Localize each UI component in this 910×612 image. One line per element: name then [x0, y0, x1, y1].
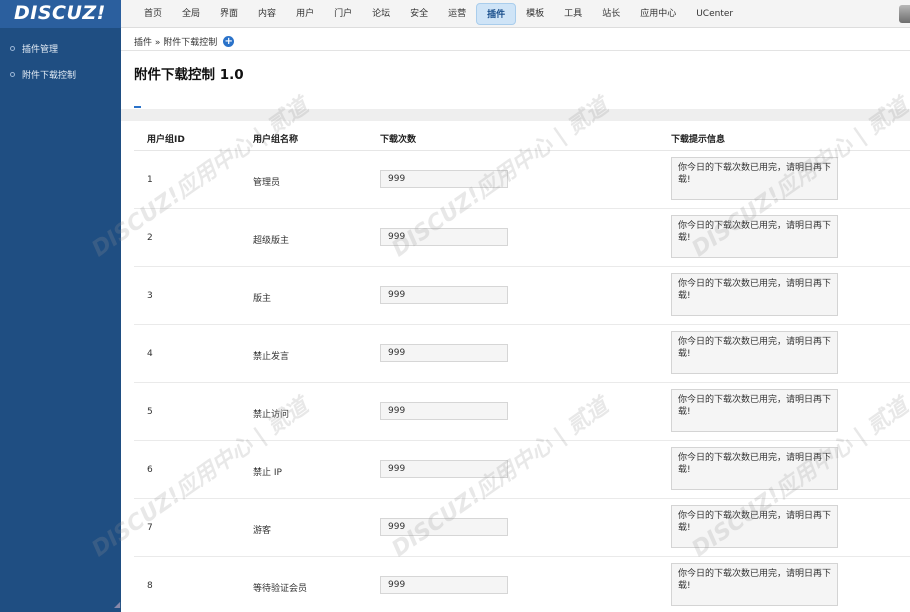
sidebar-item-label: 附件下载控制 — [22, 71, 77, 81]
group-name: 版主 — [253, 294, 272, 304]
group-id: 8 — [147, 581, 153, 591]
logo-area[interactable]: DISCUZ! — [0, 0, 121, 28]
user-avatar[interactable] — [899, 5, 910, 23]
table-row: 1 管理员 你今日的下载次数已用完，请明日再下载! — [134, 151, 910, 209]
nav-tab[interactable]: 安全 — [400, 3, 438, 25]
table-row: 3 版主 你今日的下载次数已用完，请明日再下载! — [134, 267, 910, 325]
download-count-input[interactable] — [380, 460, 508, 478]
download-message-textarea[interactable]: 你今日的下载次数已用完，请明日再下载! — [671, 331, 838, 374]
download-message-textarea[interactable]: 你今日的下载次数已用完，请明日再下载! — [671, 157, 838, 200]
group-id: 7 — [147, 523, 153, 533]
group-name: 游客 — [253, 526, 272, 536]
breadcrumb-bar: 插件 » 附件下载控制 + — [121, 29, 910, 51]
download-count-input[interactable] — [380, 286, 508, 304]
download-count-input[interactable] — [380, 344, 508, 362]
table-row: 4 禁止发言 你今日的下载次数已用完，请明日再下载! — [134, 325, 910, 383]
main-nav: 首页 全局 界面 内容 用户 门户 论坛 安全 运营 插件 模板 工具 站长 应用中心 UCenter — [134, 0, 743, 28]
tab-indicator — [134, 106, 141, 108]
group-id: 3 — [147, 291, 153, 301]
download-count-input[interactable] — [380, 402, 508, 420]
group-id: 5 — [147, 407, 153, 417]
nav-tab[interactable]: 应用中心 — [630, 3, 686, 25]
download-message-textarea[interactable]: 你今日的下载次数已用完，请明日再下载! — [671, 505, 838, 548]
group-name: 超级版主 — [253, 236, 290, 246]
download-message-textarea[interactable]: 你今日的下载次数已用完，请明日再下载! — [671, 273, 838, 316]
download-count-input[interactable] — [380, 170, 508, 188]
table-row: 5 禁止访问 你今日的下载次数已用完，请明日再下载! — [134, 383, 910, 441]
table-row: 6 禁止 IP 你今日的下载次数已用完，请明日再下载! — [134, 441, 910, 499]
group-name: 禁止访问 — [253, 410, 290, 420]
page-title: 附件下载控制 1.0 — [134, 67, 244, 83]
section-divider — [121, 109, 910, 121]
discuz-logo: DISCUZ! — [14, 2, 106, 24]
group-name: 禁止发言 — [253, 352, 290, 362]
nav-tab[interactable]: 首页 — [134, 3, 172, 25]
column-header-count: 下载次数 — [380, 135, 417, 145]
table-header: 用户组ID 用户组名称 下载次数 下载提示信息 — [134, 121, 910, 151]
resize-grip-icon[interactable]: ◢ — [114, 600, 120, 609]
download-message-textarea[interactable]: 你今日的下载次数已用完，请明日再下载! — [671, 215, 838, 258]
group-name: 禁止 IP — [253, 468, 282, 478]
download-message-textarea[interactable]: 你今日的下载次数已用完，请明日再下载! — [671, 447, 838, 490]
nav-tab[interactable]: 门户 — [324, 3, 362, 25]
nav-tab[interactable]: 模板 — [516, 3, 554, 25]
table-row: 2 超级版主 你今日的下载次数已用完，请明日再下载! — [134, 209, 910, 267]
nav-tab[interactable]: 运营 — [438, 3, 476, 25]
sidebar-item-download-control[interactable]: 附件下载控制 — [10, 68, 76, 81]
table-row: 7 游客 你今日的下载次数已用完，请明日再下载! — [134, 499, 910, 557]
nav-tab[interactable]: 站长 — [592, 3, 630, 25]
table-row: 8 等待验证会员 你今日的下载次数已用完，请明日再下载! — [134, 557, 910, 612]
group-name: 等待验证会员 — [253, 584, 308, 594]
download-message-textarea[interactable]: 你今日的下载次数已用完，请明日再下载! — [671, 563, 838, 606]
settings-table: 用户组ID 用户组名称 下载次数 下载提示信息 1管理员你今日的下载次数已用完，… — [134, 121, 910, 612]
group-id: 2 — [147, 233, 153, 243]
nav-tab[interactable]: 全局 — [172, 3, 210, 25]
download-count-input[interactable] — [380, 518, 508, 536]
sidebar-item-plugin-manage[interactable]: 插件管理 — [10, 42, 58, 55]
top-nav-bar: DISCUZ! 首页 全局 界面 内容 用户 门户 论坛 安全 运营 插件 模板 工具 站长 应用中心 UC… — [0, 0, 910, 28]
nav-tab[interactable]: 论坛 — [362, 3, 400, 25]
nav-tab[interactable]: 内容 — [248, 3, 286, 25]
sidebar: 插件管理 附件下载控制 — [0, 28, 121, 612]
nav-tab[interactable]: 界面 — [210, 3, 248, 25]
group-id: 6 — [147, 465, 153, 475]
download-message-textarea[interactable]: 你今日的下载次数已用完，请明日再下载! — [671, 389, 838, 432]
column-header-name: 用户组名称 — [253, 135, 299, 145]
group-id: 4 — [147, 349, 153, 359]
group-name: 管理员 — [253, 178, 281, 188]
breadcrumb-text[interactable]: 插件 » 附件下载控制 — [134, 35, 217, 48]
bullet-icon — [10, 46, 15, 51]
nav-tab[interactable]: UCenter — [686, 3, 743, 25]
nav-tab[interactable]: 用户 — [286, 3, 324, 25]
sidebar-item-label: 插件管理 — [22, 45, 59, 55]
group-id: 1 — [147, 175, 153, 185]
column-header-id: 用户组ID — [147, 135, 185, 145]
bullet-icon — [10, 72, 15, 77]
plus-circle-icon[interactable]: + — [223, 36, 235, 47]
nav-tab[interactable]: 工具 — [554, 3, 592, 25]
download-count-input[interactable] — [380, 228, 508, 246]
nav-tab[interactable]: 插件 — [476, 3, 517, 25]
download-count-input[interactable] — [380, 576, 508, 594]
breadcrumb: 插件 » 附件下载控制 + — [134, 35, 235, 48]
column-header-message: 下载提示信息 — [671, 135, 726, 145]
